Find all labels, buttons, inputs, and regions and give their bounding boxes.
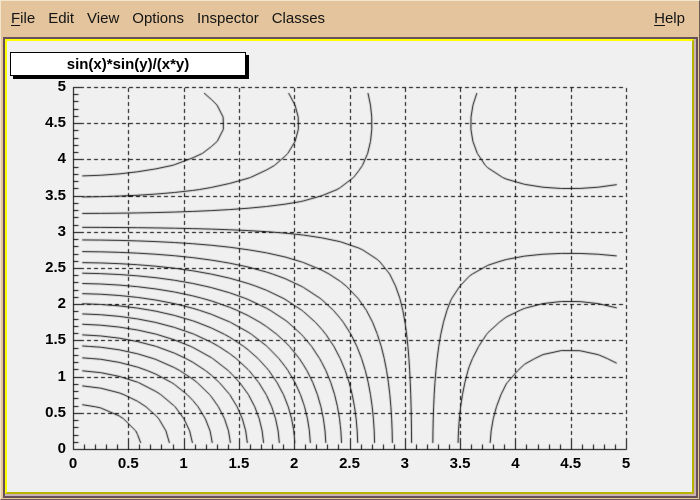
y-tick-label: 3 (7, 223, 66, 240)
menu-bar: File Edit View Options Inspector Classes Help (1, 1, 699, 35)
x-tick-label: 0.5 (106, 455, 150, 472)
menu-item-options[interactable]: Options (132, 10, 184, 27)
canvas-outer-frame: sin(x)*sin(y)/(x*y) 0 0.5 1 1.5 2 2.5 3 3.5 4 4.5… (5, 39, 696, 496)
canvas-content: sin(x)*sin(y)/(x*y) 0 0.5 1 1.5 2 2.5 3 3.5 4 4.5… (7, 41, 692, 492)
menu-item-file[interactable]: File (11, 10, 35, 27)
menu-item-edit[interactable]: Edit (48, 10, 74, 27)
x-tick-label: 1.5 (217, 455, 261, 472)
root-canvas-window: FileEditViewOptionsInspectorClassesHelp … (0, 0, 700, 500)
y-tick-label: 5 (7, 78, 66, 95)
x-tick-label: 2 (272, 455, 316, 472)
x-tick-label: 3.5 (438, 455, 482, 472)
y-tick-label: 2 (7, 295, 66, 312)
y-tick-label: 0.5 (7, 404, 66, 421)
y-tick-label: 4.5 (7, 114, 66, 131)
y-tick-label: 1.5 (7, 331, 66, 348)
menu-item-inspector[interactable]: Inspector (197, 10, 259, 27)
plot-title: sin(x)*sin(y)/(x*y) (67, 56, 190, 73)
x-tick-label: 4 (493, 455, 537, 472)
x-tick-label: 1 (162, 455, 206, 472)
canvas-area: sin(x)*sin(y)/(x*y) 0 0.5 1 1.5 2 2.5 3 3.5 4 4.5… (3, 37, 698, 498)
canvas-bevel: sin(x)*sin(y)/(x*y) 0 0.5 1 1.5 2 2.5 3 3.5 4 4.5… (5, 39, 694, 494)
y-tick-label: 0 (7, 440, 66, 457)
x-tick-label: 2.5 (328, 455, 372, 472)
x-tick-label: 3 (383, 455, 427, 472)
plot-title-box[interactable]: sin(x)*sin(y)/(x*y) (10, 52, 246, 76)
y-tick-label: 3.5 (7, 187, 66, 204)
y-tick-label: 2.5 (7, 259, 66, 276)
menu-item-view[interactable]: View (87, 10, 119, 27)
y-tick-label: 4 (7, 150, 66, 167)
x-tick-label: 0 (51, 455, 95, 472)
contour-plot[interactable] (7, 41, 691, 492)
menu-item-classes[interactable]: Classes (272, 10, 325, 27)
x-tick-label: 5 (604, 455, 648, 472)
x-tick-label: 4.5 (549, 455, 593, 472)
y-tick-label: 1 (7, 368, 66, 385)
menu-item-help[interactable]: Help (654, 10, 685, 27)
